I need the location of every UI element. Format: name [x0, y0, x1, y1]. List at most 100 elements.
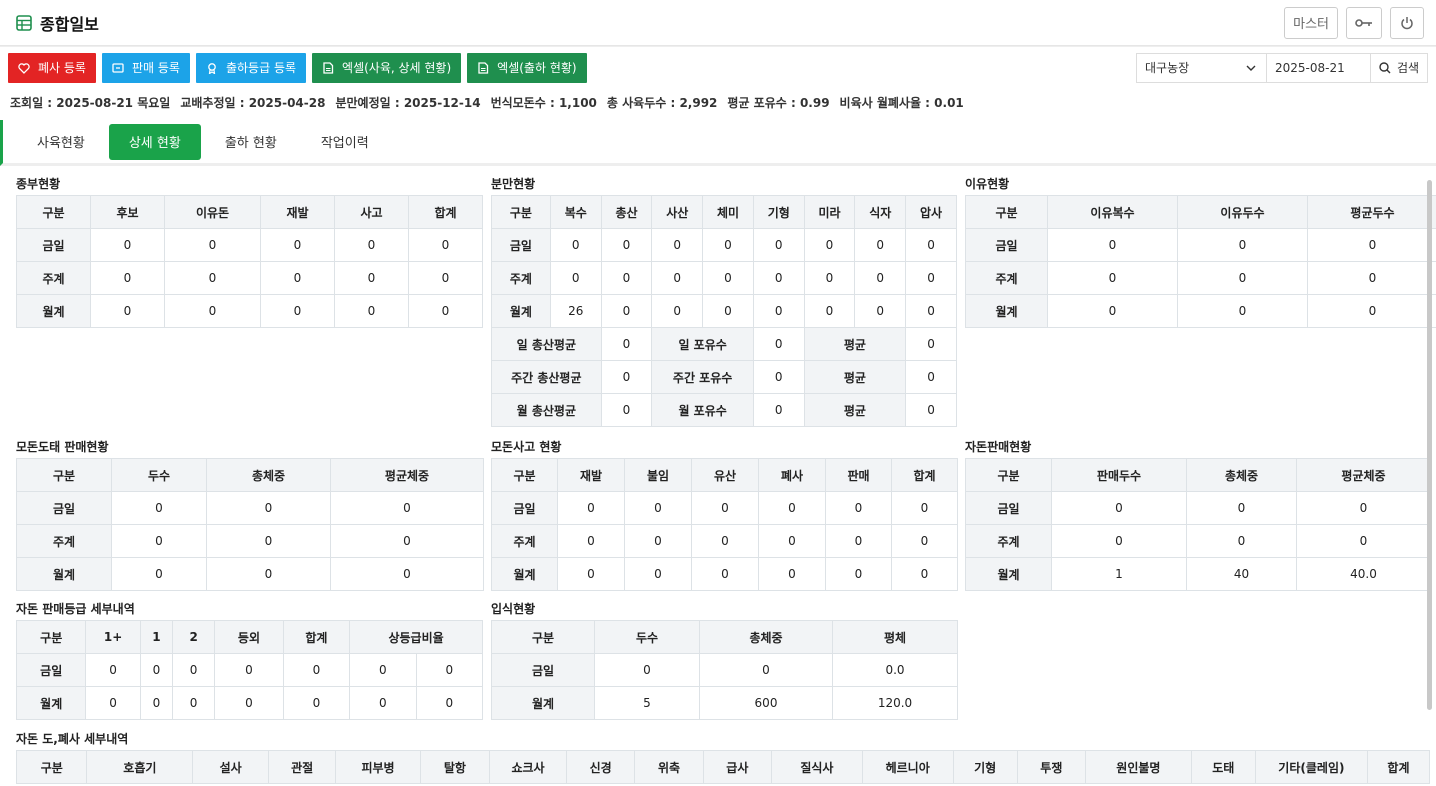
table-header-row: 구분 재발 불임 유산 폐사 판매 합계	[491, 458, 958, 492]
column-header: 재발	[557, 458, 625, 492]
column-header: 구분	[16, 458, 112, 492]
column-header: 등외	[214, 620, 284, 654]
table-row: 월계 0 0 0 0 0 0 0	[15, 686, 484, 720]
table-row: 주계 0 0 0 0 0 0 0 0	[491, 261, 957, 295]
table-cell: 0	[758, 491, 826, 525]
table-cell: 0	[164, 228, 261, 262]
action-button-3[interactable]: 엑셀(사육, 상세 현황)	[312, 52, 462, 83]
info-item: 분만예정일 : 2025-12-14	[335, 95, 481, 110]
table-cell: 0	[891, 557, 958, 591]
top-bar: 종합일보 마스터	[0, 0, 1436, 46]
table-cell: 0	[600, 228, 653, 262]
action-button-1[interactable]: 판매 등록	[101, 52, 190, 83]
master-button[interactable]: 마스터	[1284, 6, 1338, 39]
tab-0[interactable]: 사육현황	[17, 124, 105, 160]
row-header: 주계	[965, 524, 1052, 558]
tab-1[interactable]: 상세 현황	[108, 123, 201, 160]
column-header: 질식사	[771, 750, 863, 784]
table-cell: 0	[334, 228, 409, 262]
search-button[interactable]: 검색	[1371, 54, 1427, 82]
summary-value: 0	[600, 393, 653, 427]
table-cell: 0	[854, 261, 907, 295]
table-cell: 0	[206, 557, 331, 591]
column-header: 상등급비율	[349, 620, 483, 654]
panel-title: 자돈판매현황	[965, 440, 1032, 454]
table-cell: 0	[752, 294, 805, 328]
table-row: 월계 0 0 0 0 0 0	[491, 557, 958, 591]
table-cell: 0	[164, 261, 261, 295]
column-header: 합계	[408, 195, 483, 229]
data-table: 구분 1+ 1 2 등외 합계 상등급비율 금일 0 0 0 0 0 0 0 월계 0 0 0 0 0 0 0	[15, 620, 484, 720]
table-row: 금일 0 0 0.0	[491, 653, 958, 687]
table-cell: 0	[330, 491, 484, 525]
table-cell: 0	[111, 524, 207, 558]
panel-title: 종부현황	[16, 177, 61, 191]
column-header: 구분	[965, 458, 1052, 492]
table-cell: 600	[699, 686, 833, 720]
summary-label: 주간 포유수	[651, 360, 754, 394]
info-item: 번식모돈수 : 1,100	[490, 95, 597, 110]
table-cell: 0	[260, 261, 335, 295]
data-table: 구분 호흡기 설사 관절 피부병 탈항 쇼크사 신경 위축 급사 질식사 헤르니아 기형 투쟁 원인불명 도태…	[15, 750, 1431, 784]
table-cell: 0	[891, 491, 958, 525]
table-cell: 0	[702, 294, 754, 328]
column-header: 호흡기	[86, 750, 194, 784]
summary-label: 평균	[803, 360, 907, 394]
column-header: 이유두수	[1177, 195, 1308, 229]
tab-2[interactable]: 출하 현황	[205, 124, 297, 160]
table-cell: 0	[1051, 524, 1187, 558]
action-button-label: 폐사 등록	[38, 61, 86, 75]
summary-label: 평균	[803, 327, 907, 361]
summary-label: 월 포유수	[651, 393, 754, 427]
column-header: 피부병	[335, 750, 421, 784]
action-button-2[interactable]: 출하등급 등록	[195, 52, 307, 83]
table-row: 금일 0 0 0 0 0 0 0	[15, 653, 484, 687]
table-cell: 0	[752, 228, 805, 262]
row-header: 월계	[491, 557, 558, 591]
table-cell: 0	[905, 228, 957, 262]
row-header: 월계	[491, 294, 551, 328]
panel-title: 분만현황	[491, 177, 536, 191]
column-header: 신경	[565, 750, 636, 784]
row-header: 월계	[491, 686, 595, 720]
row-header: 금일	[16, 491, 112, 525]
scrollbar[interactable]	[1427, 180, 1432, 710]
data-table: 구분 판매두수 총체중 평균체중 금일 0 0 0 주계 0 0 0 월계 1 40 40.0	[965, 458, 1431, 591]
power-button[interactable]	[1390, 6, 1424, 39]
table-cell: 0	[1296, 491, 1431, 525]
column-header: 쇼크사	[489, 750, 567, 784]
key-button[interactable]	[1346, 6, 1382, 39]
data-table: 구분 재발 불임 유산 폐사 판매 합계 금일 0 0 0 0 0 0 주계 0 0 0 0 0 0 월계 0 0 0 0 0 0	[491, 458, 958, 591]
table-cell: 0	[111, 557, 207, 591]
table-cell: 0	[691, 557, 759, 591]
panel-t2: 분만현황 구분 복수 총산 사산 체미 기형 미라 식자 압사 금일 0 0 0 0 0 0 0 0 주계 0 0 0 0 0 0…	[491, 173, 957, 427]
table-cell: 0.0	[832, 653, 958, 687]
table-cell: 0	[549, 228, 602, 262]
summary-label: 일 총산평균	[491, 327, 602, 361]
summary-row: 일 총산평균 0 일 포유수 0 평균 0	[491, 327, 957, 361]
tab-3[interactable]: 작업이력	[301, 124, 389, 160]
column-header: 식자	[854, 195, 907, 229]
column-header: 구분	[16, 195, 91, 229]
row-header: 금일	[491, 228, 551, 262]
badge-icon	[208, 62, 216, 74]
data-table: 구분 두수 총체중 평균체중 금일 0 0 0 주계 0 0 0 월계 0 0 0	[16, 458, 484, 591]
panel-title: 모돈사고 현황	[491, 440, 562, 454]
column-header: 사산	[651, 195, 704, 229]
date-input[interactable]: 2025-08-21	[1267, 53, 1371, 82]
panel-t7: 자돈 판매등급 세부내역 구분 1+ 1 2 등외 합계 상등급비율 금일 0 0 0 0 0 0 0 월계 0 0…	[15, 598, 484, 720]
action-button-4[interactable]: 엑셀(출하 현황)	[467, 52, 587, 83]
table-row: 월계 1 40 40.0	[965, 557, 1431, 591]
action-button-0[interactable]: 폐사 등록	[8, 52, 96, 83]
column-header: 합계	[891, 458, 958, 492]
panel-t4: 모돈도태 판매현황 구분 두수 총체중 평균체중 금일 0 0 0 주계 0 0 0 월계 0 0 0	[16, 436, 484, 591]
table-cell: 5	[594, 686, 700, 720]
farm-select[interactable]: 대구농장	[1137, 53, 1267, 82]
table-cell: 26	[549, 294, 602, 328]
panel-t9: 자돈 도,폐사 세부내역 구분 호흡기 설사 관절 피부병 탈항 쇼크사 신경 위축 급사 질식사 헤르…	[15, 728, 1431, 784]
panel-t3: 이유현황 구분 이유복수 이유두수 평균두수 금일 0 0 0 주계 0 0 0 월계 0 0 0	[965, 173, 1436, 328]
table-row: 월계 0 0 0	[16, 557, 484, 591]
table-cell: 0	[825, 491, 892, 525]
table-cell: 0	[171, 686, 216, 720]
column-header: 판매	[825, 458, 892, 492]
